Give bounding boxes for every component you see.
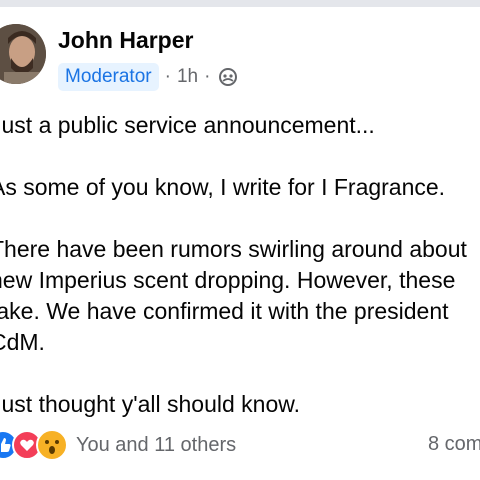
post-body: Just a public service announcement... As… xyxy=(0,110,480,451)
reactions-summary[interactable]: You and 11 others xyxy=(0,429,236,461)
comments-count[interactable]: 8 com xyxy=(428,433,480,456)
post-paragraph: Just thought y'all should know. xyxy=(0,389,480,420)
post-line: As some of you know, I write for I Fragr… xyxy=(0,174,446,200)
post-meta: Moderator · 1h · xyxy=(58,62,238,92)
post-time[interactable]: 1h xyxy=(177,66,198,88)
post-line: Just a public service announcement... xyxy=(0,112,375,138)
post-paragraph: As some of you know, I write for I Fragr… xyxy=(0,172,480,203)
post-line: fake. We have confirmed it with the pres… xyxy=(0,298,449,324)
reactions-count[interactable]: You and 11 others xyxy=(76,434,236,457)
group-icon[interactable] xyxy=(218,67,238,87)
post-line: Just thought y'all should know. xyxy=(0,391,300,417)
meta-separator-2: · xyxy=(204,66,211,87)
post-line: There have been rumors swirling around a… xyxy=(0,236,467,262)
post-line: new Imperius scent dropping. However, th… xyxy=(0,267,456,293)
author-name[interactable]: John Harper xyxy=(58,27,193,54)
top-divider xyxy=(0,0,480,7)
author-avatar[interactable] xyxy=(0,24,46,84)
post-paragraph: There have been rumors swirling around a… xyxy=(0,234,480,358)
moderator-badge[interactable]: Moderator xyxy=(58,63,159,91)
wow-icon xyxy=(36,429,68,461)
post-paragraph: Just a public service announcement... xyxy=(0,110,480,141)
post-line: CdM. xyxy=(0,329,45,355)
meta-separator: · xyxy=(164,66,171,87)
